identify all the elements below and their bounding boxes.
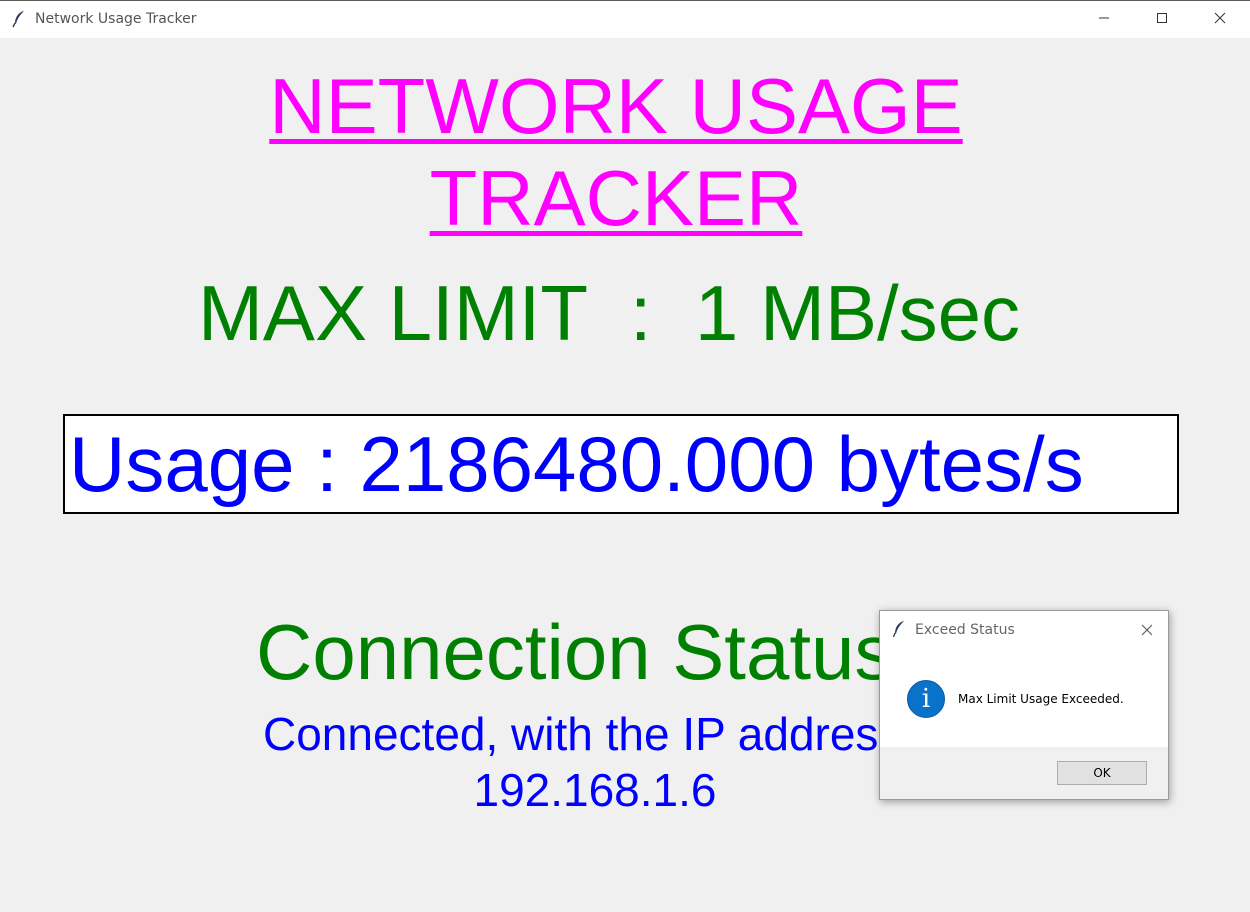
- page-title: NETWORK USAGE TRACKER: [0, 60, 1232, 244]
- dialog-title: Exceed Status: [915, 622, 1015, 638]
- app-window: Network Usage Tracker NETWORK USAGE TRAC…: [0, 0, 1250, 912]
- usage-value: Usage : 2186480.000 bytes/s: [69, 420, 1084, 508]
- exceed-status-dialog[interactable]: Exceed Status i Max Limit Usage Exceeded…: [879, 610, 1169, 800]
- dialog-close-button[interactable]: [1132, 617, 1162, 643]
- close-icon: [1214, 11, 1226, 29]
- maximize-button[interactable]: [1133, 1, 1191, 38]
- max-limit-label: MAX LIMIT : 1 MB/sec: [197, 269, 1021, 357]
- connection-status-label: Connection Status: [256, 608, 894, 696]
- maximize-icon: [1156, 11, 1168, 29]
- usage-display: Usage : 2186480.000 bytes/s: [63, 414, 1179, 514]
- ok-button[interactable]: OK: [1057, 761, 1147, 785]
- minimize-icon: [1098, 11, 1110, 29]
- close-icon: [1141, 621, 1153, 640]
- info-icon: i: [907, 680, 945, 718]
- page-title-line2: TRACKER: [429, 154, 803, 242]
- dialog-footer: OK: [880, 747, 1168, 799]
- feather-icon: [12, 10, 26, 28]
- window-title: Network Usage Tracker: [35, 11, 197, 27]
- minimize-button[interactable]: [1075, 1, 1133, 38]
- title-bar[interactable]: Network Usage Tracker: [0, 0, 1250, 38]
- dialog-message: Max Limit Usage Exceeded.: [958, 692, 1124, 706]
- page-title-line1: NETWORK USAGE: [269, 62, 963, 150]
- close-button[interactable]: [1191, 1, 1249, 38]
- feather-icon: [892, 620, 905, 638]
